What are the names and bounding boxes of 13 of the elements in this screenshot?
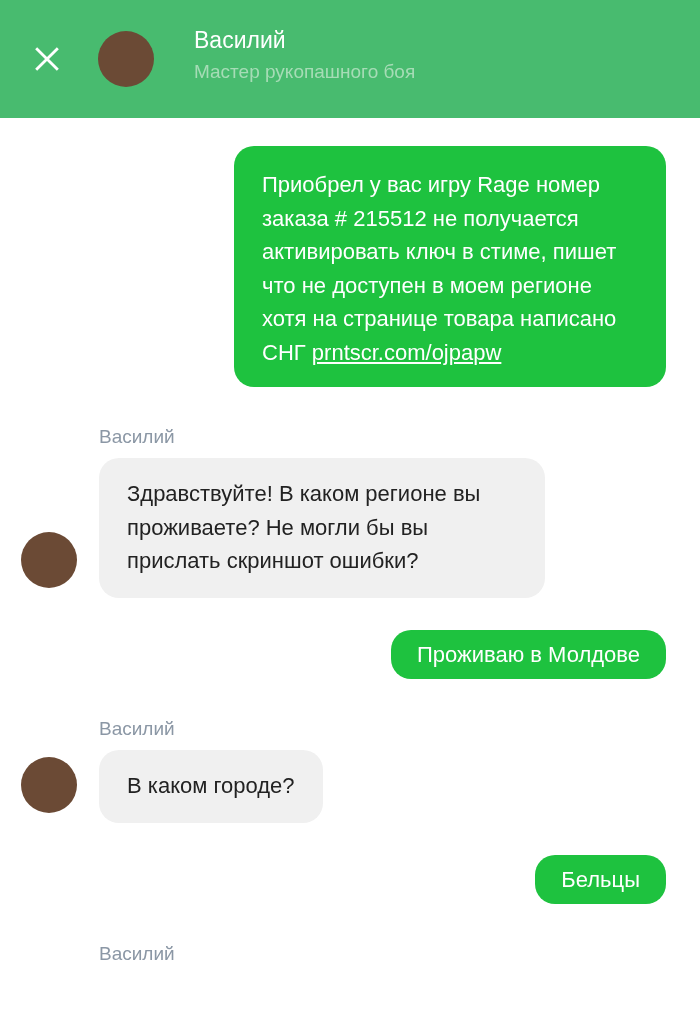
avatar-placeholder [98,31,154,87]
contact-status: Мастер рукопашного боя [194,59,416,84]
incoming-message: В каком городе? [99,750,323,823]
incoming-message: Здравствуйте! В каком регионе вы проживаете? Не могли бы вы прислать скриншот ошибки? [99,458,545,598]
sender-name: Василий [99,717,176,741]
contact-name: Василий [194,25,287,55]
close-icon[interactable] [34,46,60,72]
sender-name: Василий [99,942,176,966]
sender-name: Василий [99,425,176,449]
outgoing-message: Приобрел у вас игру Rage номер заказа # 215512 не получается активировать ключ в стиме, пишет что не доступен в моем регионе хотя на странице товара написано СНГ prntscr.com/ojpapw [234,146,666,387]
outgoing-message: Проживаю в Молдове [390,629,666,679]
outgoing-message: Бельцы [535,854,666,904]
message-link[interactable]: prntscr.com/ojpapw [311,339,502,365]
